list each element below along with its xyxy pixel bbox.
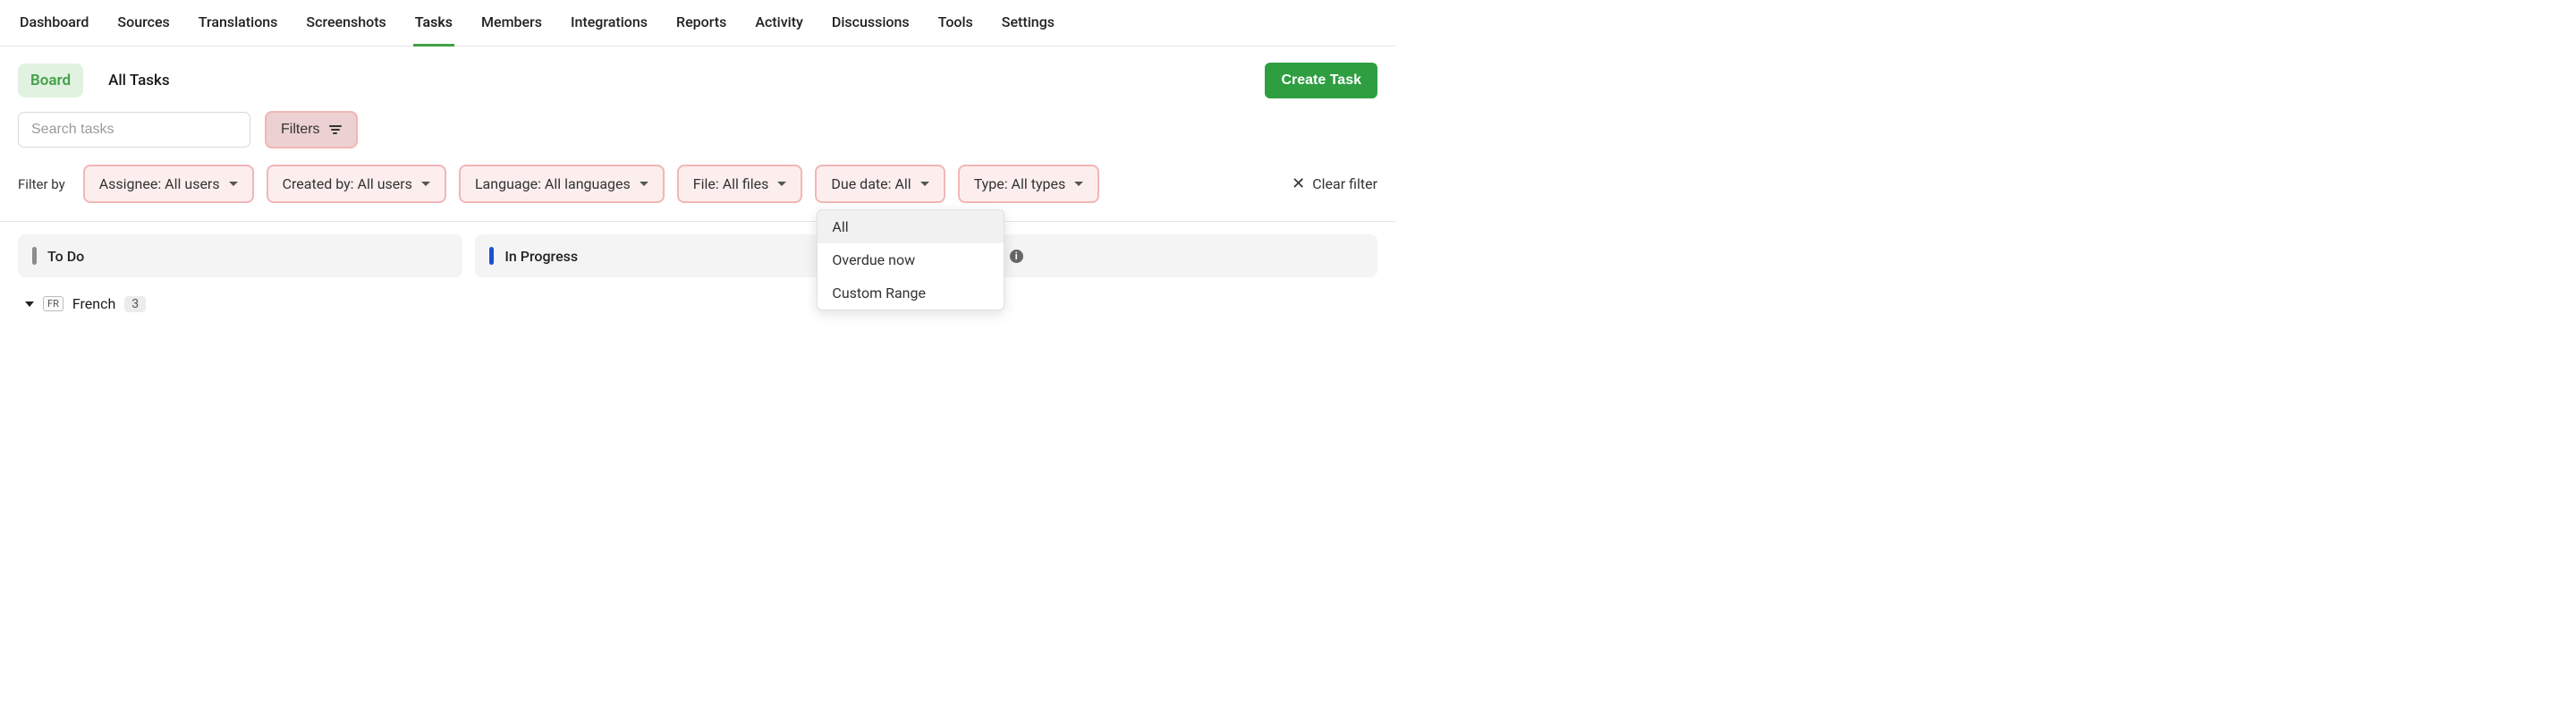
filter-created-by-label: Created by: All users: [283, 175, 412, 192]
info-icon[interactable]: i: [1010, 250, 1023, 263]
chevron-down-icon: [25, 301, 34, 307]
filter-due-date[interactable]: Due date: All All Overdue now Custom Ran…: [815, 165, 945, 203]
filter-assignee[interactable]: Assignee: All users: [83, 165, 254, 203]
nav-activity[interactable]: Activity: [753, 0, 805, 47]
filters-button-label: Filters: [281, 122, 320, 138]
language-code-badge: FR: [43, 296, 64, 311]
due-date-dropdown: All Overdue now Custom Range: [817, 209, 1004, 310]
nav-screenshots[interactable]: Screenshots: [304, 0, 387, 47]
board-columns: To Do In Progress Done i: [0, 222, 1395, 292]
top-nav: Dashboard Sources Translations Screensho…: [0, 0, 1395, 47]
nav-dashboard[interactable]: Dashboard: [18, 0, 90, 47]
caret-down-icon: [1074, 182, 1083, 186]
nav-tasks[interactable]: Tasks: [413, 0, 454, 47]
nav-reports[interactable]: Reports: [674, 0, 728, 47]
subnav: Board All Tasks Create Task: [0, 47, 1395, 111]
language-group-french[interactable]: FR French 3: [0, 292, 1395, 323]
language-count-badge: 3: [124, 296, 146, 312]
search-row: Filters: [0, 111, 1395, 165]
filters-button[interactable]: Filters: [265, 111, 358, 149]
column-todo: To Do: [18, 234, 462, 277]
nav-integrations[interactable]: Integrations: [569, 0, 649, 47]
tab-all-tasks[interactable]: All Tasks: [96, 64, 182, 98]
search-input[interactable]: [18, 112, 250, 148]
clear-filter-label: Clear filter: [1312, 175, 1377, 192]
due-date-option-overdue[interactable]: Overdue now: [818, 243, 1004, 276]
nav-settings[interactable]: Settings: [1000, 0, 1056, 47]
due-date-option-all[interactable]: All: [818, 210, 1004, 243]
caret-down-icon: [920, 182, 929, 186]
filter-assignee-label: Assignee: All users: [99, 175, 220, 192]
filter-type[interactable]: Type: All types: [958, 165, 1100, 203]
filter-created-by[interactable]: Created by: All users: [267, 165, 446, 203]
filter-icon: [329, 125, 342, 134]
filter-file-label: File: All files: [693, 175, 769, 192]
filter-file[interactable]: File: All files: [677, 165, 803, 203]
column-color-bar: [489, 247, 494, 265]
column-todo-label: To Do: [47, 248, 84, 265]
caret-down-icon: [421, 182, 430, 186]
nav-sources[interactable]: Sources: [115, 0, 171, 47]
filter-language-label: Language: All languages: [475, 175, 631, 192]
nav-tools[interactable]: Tools: [936, 0, 975, 47]
column-in-progress-label: In Progress: [504, 248, 578, 265]
filter-language[interactable]: Language: All languages: [459, 165, 665, 203]
nav-translations[interactable]: Translations: [197, 0, 280, 47]
clear-filter-button[interactable]: ✕ Clear filter: [1292, 175, 1377, 192]
caret-down-icon: [777, 182, 786, 186]
create-task-button[interactable]: Create Task: [1265, 63, 1377, 98]
nav-members[interactable]: Members: [479, 0, 544, 47]
subnav-tabs: Board All Tasks: [18, 64, 182, 98]
filters-row: Filter by Assignee: All users Created by…: [0, 165, 1395, 222]
filter-due-date-label: Due date: All: [831, 175, 911, 192]
column-color-bar: [32, 247, 37, 265]
close-icon: ✕: [1292, 176, 1305, 192]
filter-by-label: Filter by: [18, 176, 65, 192]
caret-down-icon: [640, 182, 648, 186]
caret-down-icon: [229, 182, 238, 186]
tab-board[interactable]: Board: [18, 64, 83, 98]
due-date-option-custom[interactable]: Custom Range: [818, 276, 1004, 310]
language-name: French: [72, 295, 115, 312]
nav-discussions[interactable]: Discussions: [830, 0, 911, 47]
filter-type-label: Type: All types: [974, 175, 1066, 192]
